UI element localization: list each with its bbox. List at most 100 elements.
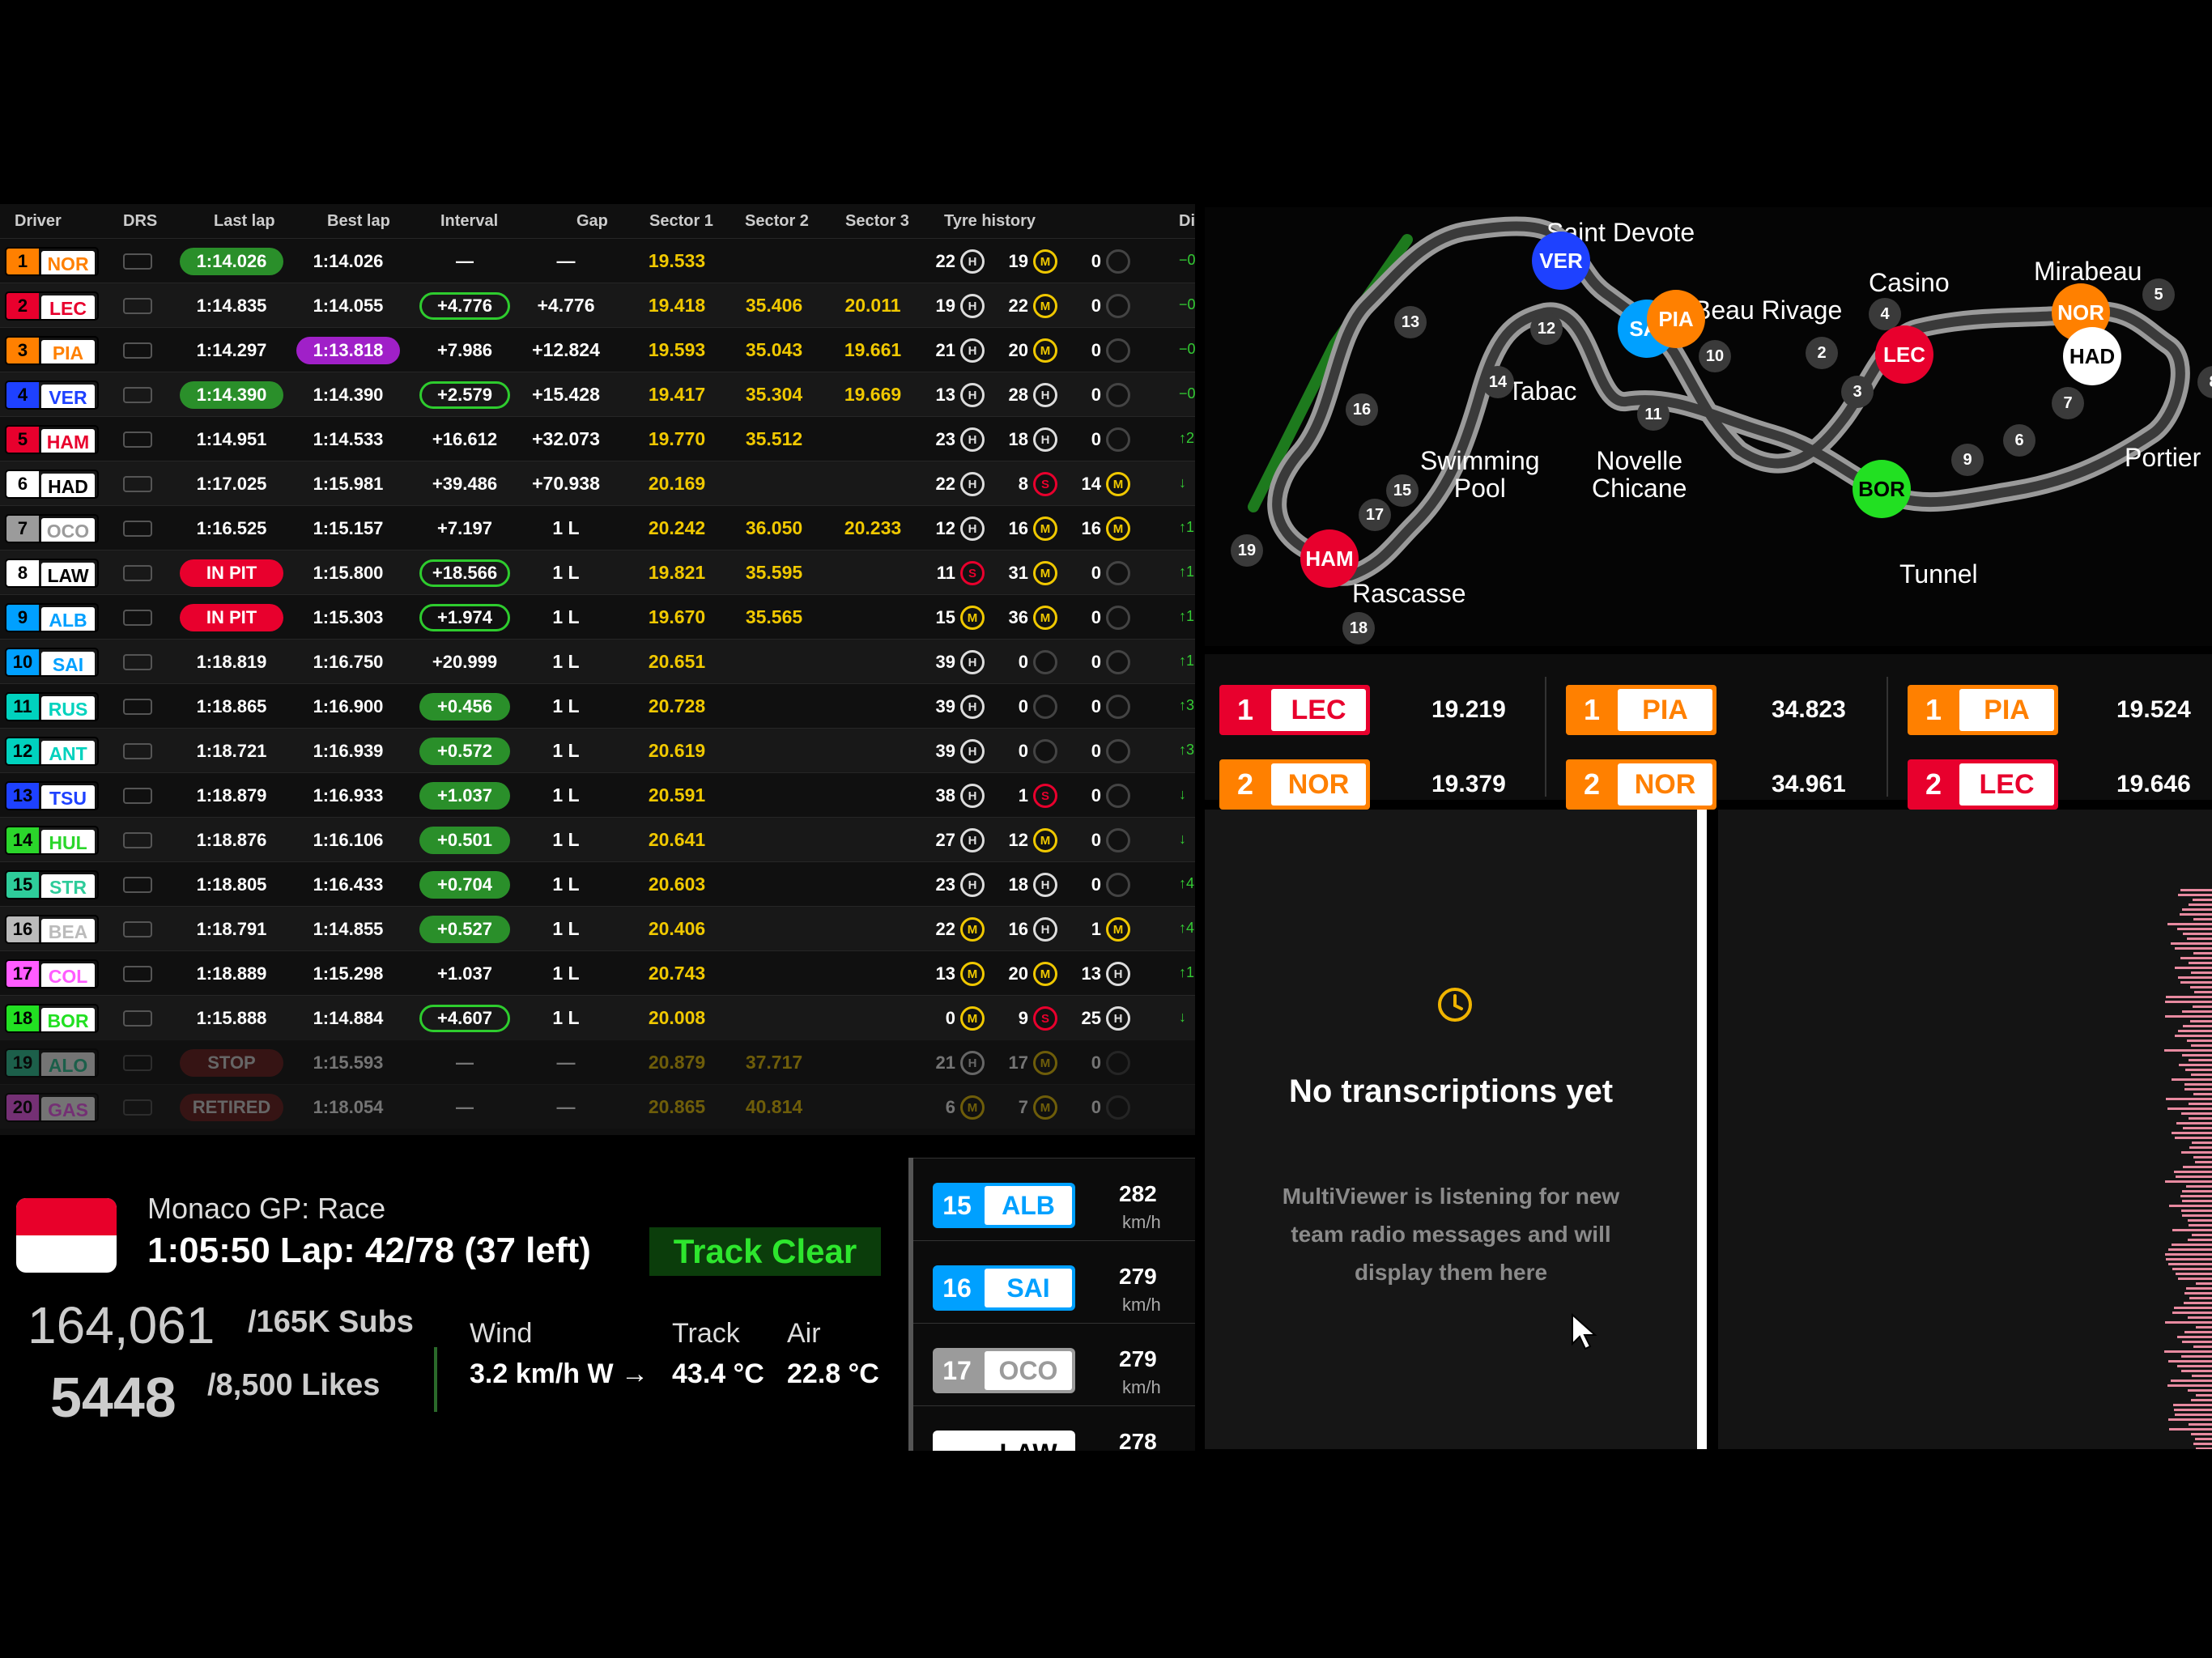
table-row[interactable]: 7 OCO 1:16.525 1:15.157 +7.197 1 L 20.242 36.05…: [0, 505, 1195, 550]
speed-trap-row[interactable]: 18LAW278km/h: [913, 1405, 1195, 1451]
likes-count: 5448: [50, 1366, 177, 1429]
driver-badge[interactable]: 11 RUS: [5, 692, 99, 721]
car-marker-ver[interactable]: VER: [1532, 232, 1590, 290]
table-row[interactable]: 4 VER 1:14.390 1:14.390 +2.579 +15.428 19.417 3…: [0, 372, 1195, 416]
table-row[interactable]: 15 STR 1:18.805 1:16.433 +0.704 1 L 20.603 23 H 1…: [0, 861, 1195, 906]
best-lap: 1:18.054: [313, 1097, 384, 1117]
driver-badge[interactable]: 3 PIA: [5, 336, 99, 365]
tyre-stint: 19 M: [1001, 248, 1057, 275]
table-row[interactable]: 5 HAM 1:14.951 1:14.533 +16.612 +32.073 19.770…: [0, 416, 1195, 461]
subs-goal: /165K Subs: [248, 1305, 414, 1339]
tyre-compound-icon: H: [960, 472, 985, 496]
col-driver[interactable]: Driver: [15, 212, 62, 231]
tyre-compound-icon: M: [960, 917, 985, 942]
speed-trap-row[interactable]: 16 SAI 279 km/h: [913, 1240, 1195, 1321]
tyre-compound-icon: [1106, 294, 1130, 318]
tyre-history: 27 H 12 M 0: [928, 827, 1171, 854]
turn-marker-6: 6: [2003, 424, 2035, 457]
tyre-history: 22 M 16 H 1 M: [928, 916, 1171, 943]
driver-code: GAS: [41, 1097, 95, 1120]
car-marker-pia[interactable]: PIA: [1647, 290, 1705, 348]
monaco-flag-icon: [16, 1198, 117, 1273]
gap: 1 L: [552, 651, 580, 672]
driver-badge[interactable]: 17 COL: [5, 959, 99, 988]
tyre-compound-icon: H: [960, 828, 985, 852]
table-row[interactable]: 2 LEC 1:14.835 1:14.055 +4.776 +4.776 19.418 35…: [0, 283, 1195, 327]
table-row[interactable]: 11 RUS 1:18.865 1:16.900 +0.456 1 L 20.728 39 H 0…: [0, 683, 1195, 728]
position-change: ↑3: [1179, 742, 1195, 758]
col-sector-1[interactable]: Sector 1: [649, 212, 713, 231]
driver-badge[interactable]: 2 LEC: [5, 291, 99, 321]
driver-badge[interactable]: 14 HUL: [5, 826, 99, 855]
driver-badge[interactable]: 18 BOR: [5, 1004, 99, 1033]
sector-3-time: 19.661: [844, 339, 902, 360]
drs-indicator: [123, 788, 152, 804]
col-sector-2[interactable]: Sector 2: [745, 212, 809, 231]
col-diff[interactable]: Di: [1179, 212, 1195, 231]
driver-badge[interactable]: 13 TSU: [5, 781, 99, 810]
sector-driver-badge[interactable]: 1 PIA: [1908, 685, 2058, 735]
table-row[interactable]: 20 GAS RETIRED 1:18.054 — — 20.865 40.814 6 M 7 M 0: [0, 1084, 1195, 1129]
driver-badge[interactable]: 20 GAS: [5, 1093, 99, 1122]
last-lap: RETIRED: [180, 1094, 283, 1121]
tyre-stint: 23 H: [928, 426, 985, 453]
tyre-stint: 22 M: [1001, 292, 1057, 320]
position: 20: [6, 1095, 39, 1120]
driver-badge[interactable]: 1 NOR: [5, 247, 99, 276]
interval: +20.999: [432, 652, 498, 672]
table-row[interactable]: 10 SAI 1:18.819 1:16.750 +20.999 1 L 20.651 39 H…: [0, 639, 1195, 683]
table-row[interactable]: 6 HAD 1:17.025 1:15.981 +39.486 +70.938 20.169…: [0, 461, 1195, 505]
table-row[interactable]: 19 ALO STOP 1:15.593 — — 20.879 37.717 21 H 17 M 0: [0, 1039, 1195, 1084]
driver-badge[interactable]: 16 BEA: [5, 915, 99, 944]
speed-trap-row[interactable]: 17 OCO 279 km/h: [913, 1323, 1195, 1404]
table-row[interactable]: 13 TSU 1:18.879 1:16.933 +1.037 1 L 20.591 38 H 1…: [0, 772, 1195, 817]
car-marker-lec[interactable]: LEC: [1875, 325, 1933, 384]
car-marker-ham[interactable]: HAM: [1300, 529, 1359, 588]
table-row[interactable]: 3 PIA 1:14.297 1:13.818 +7.986 +12.824 19.593 3…: [0, 327, 1195, 372]
col-tyre-history[interactable]: Tyre history: [944, 212, 1036, 231]
tyre-compound-icon: H: [960, 383, 985, 407]
sector-driver-badge[interactable]: 2 LEC: [1908, 759, 2058, 810]
position: 6: [6, 471, 39, 497]
driver-badge[interactable]: 7 OCO: [5, 514, 99, 543]
tyre-history: 39 H 0 0: [928, 693, 1171, 721]
position-change: ↑3: [1179, 697, 1195, 713]
position-change: ↑1: [1179, 964, 1195, 980]
table-row[interactable]: 17 COL 1:18.889 1:15.298 +1.037 1 L 20.743 13 M 2…: [0, 950, 1195, 995]
sector-1-time: 19.417: [648, 384, 706, 405]
table-row[interactable]: 1 NOR 1:14.026 1:14.026 — — 19.533 22 H 19 M 0 −0: [0, 238, 1195, 283]
driver-badge[interactable]: 8 LAW: [5, 559, 99, 588]
table-row[interactable]: 9 ALB IN PIT 1:15.303 +1.974 1 L 19.670 35.565 1…: [0, 594, 1195, 639]
col-gap[interactable]: Gap: [576, 212, 608, 231]
table-row[interactable]: 16 BEA 1:18.791 1:14.855 +0.527 1 L 20.406 22 M 1…: [0, 906, 1195, 950]
table-row[interactable]: 14 HUL 1:18.876 1:16.106 +0.501 1 L 20.641 27 H 1…: [0, 817, 1195, 861]
speed-trap-row[interactable]: 15 ALB 282 km/h: [913, 1158, 1195, 1239]
driver-badge[interactable]: 19 ALO: [5, 1048, 99, 1078]
col-sector-3[interactable]: Sector 3: [845, 212, 909, 231]
table-row[interactable]: 8 LAW IN PIT 1:15.800 +18.566 1 L 19.821 35.595…: [0, 550, 1195, 594]
label-tabac: Tabac: [1508, 376, 1577, 406]
car-marker-had[interactable]: HAD: [2063, 327, 2121, 385]
table-row[interactable]: 18 BOR 1:15.888 1:14.884 +4.607 1 L 20.008 0 M 9 S…: [0, 995, 1195, 1039]
tyre-compound-icon: H: [1033, 873, 1057, 897]
last-lap: IN PIT: [180, 559, 283, 587]
driver-badge[interactable]: 10 SAI: [5, 648, 99, 677]
driver-badge[interactable]: 5 HAM: [5, 425, 99, 454]
tyre-stint: 0: [1074, 738, 1130, 765]
col-last-lap[interactable]: Last lap: [214, 212, 275, 231]
driver-badge[interactable]: 12 ANT: [5, 737, 99, 766]
tyre-compound-icon: [1033, 650, 1057, 674]
car-marker-bor[interactable]: BOR: [1853, 460, 1911, 518]
col-best-lap[interactable]: Best lap: [327, 212, 390, 231]
driver-badge[interactable]: 4 VER: [5, 380, 99, 410]
table-row[interactable]: 12 ANT 1:18.721 1:16.939 +0.572 1 L 20.619 39 H 0…: [0, 728, 1195, 772]
driver-badge[interactable]: 6 HAD: [5, 470, 99, 499]
drs-indicator: [123, 877, 152, 893]
position: 2: [6, 293, 39, 319]
col-drs[interactable]: DRS: [123, 212, 157, 231]
col-interval[interactable]: Interval: [440, 212, 498, 231]
driver-badge[interactable]: 9 ALB: [5, 603, 99, 632]
position: 16: [6, 916, 39, 942]
last-lap: IN PIT: [180, 604, 283, 631]
driver-badge[interactable]: 15 STR: [5, 870, 99, 899]
